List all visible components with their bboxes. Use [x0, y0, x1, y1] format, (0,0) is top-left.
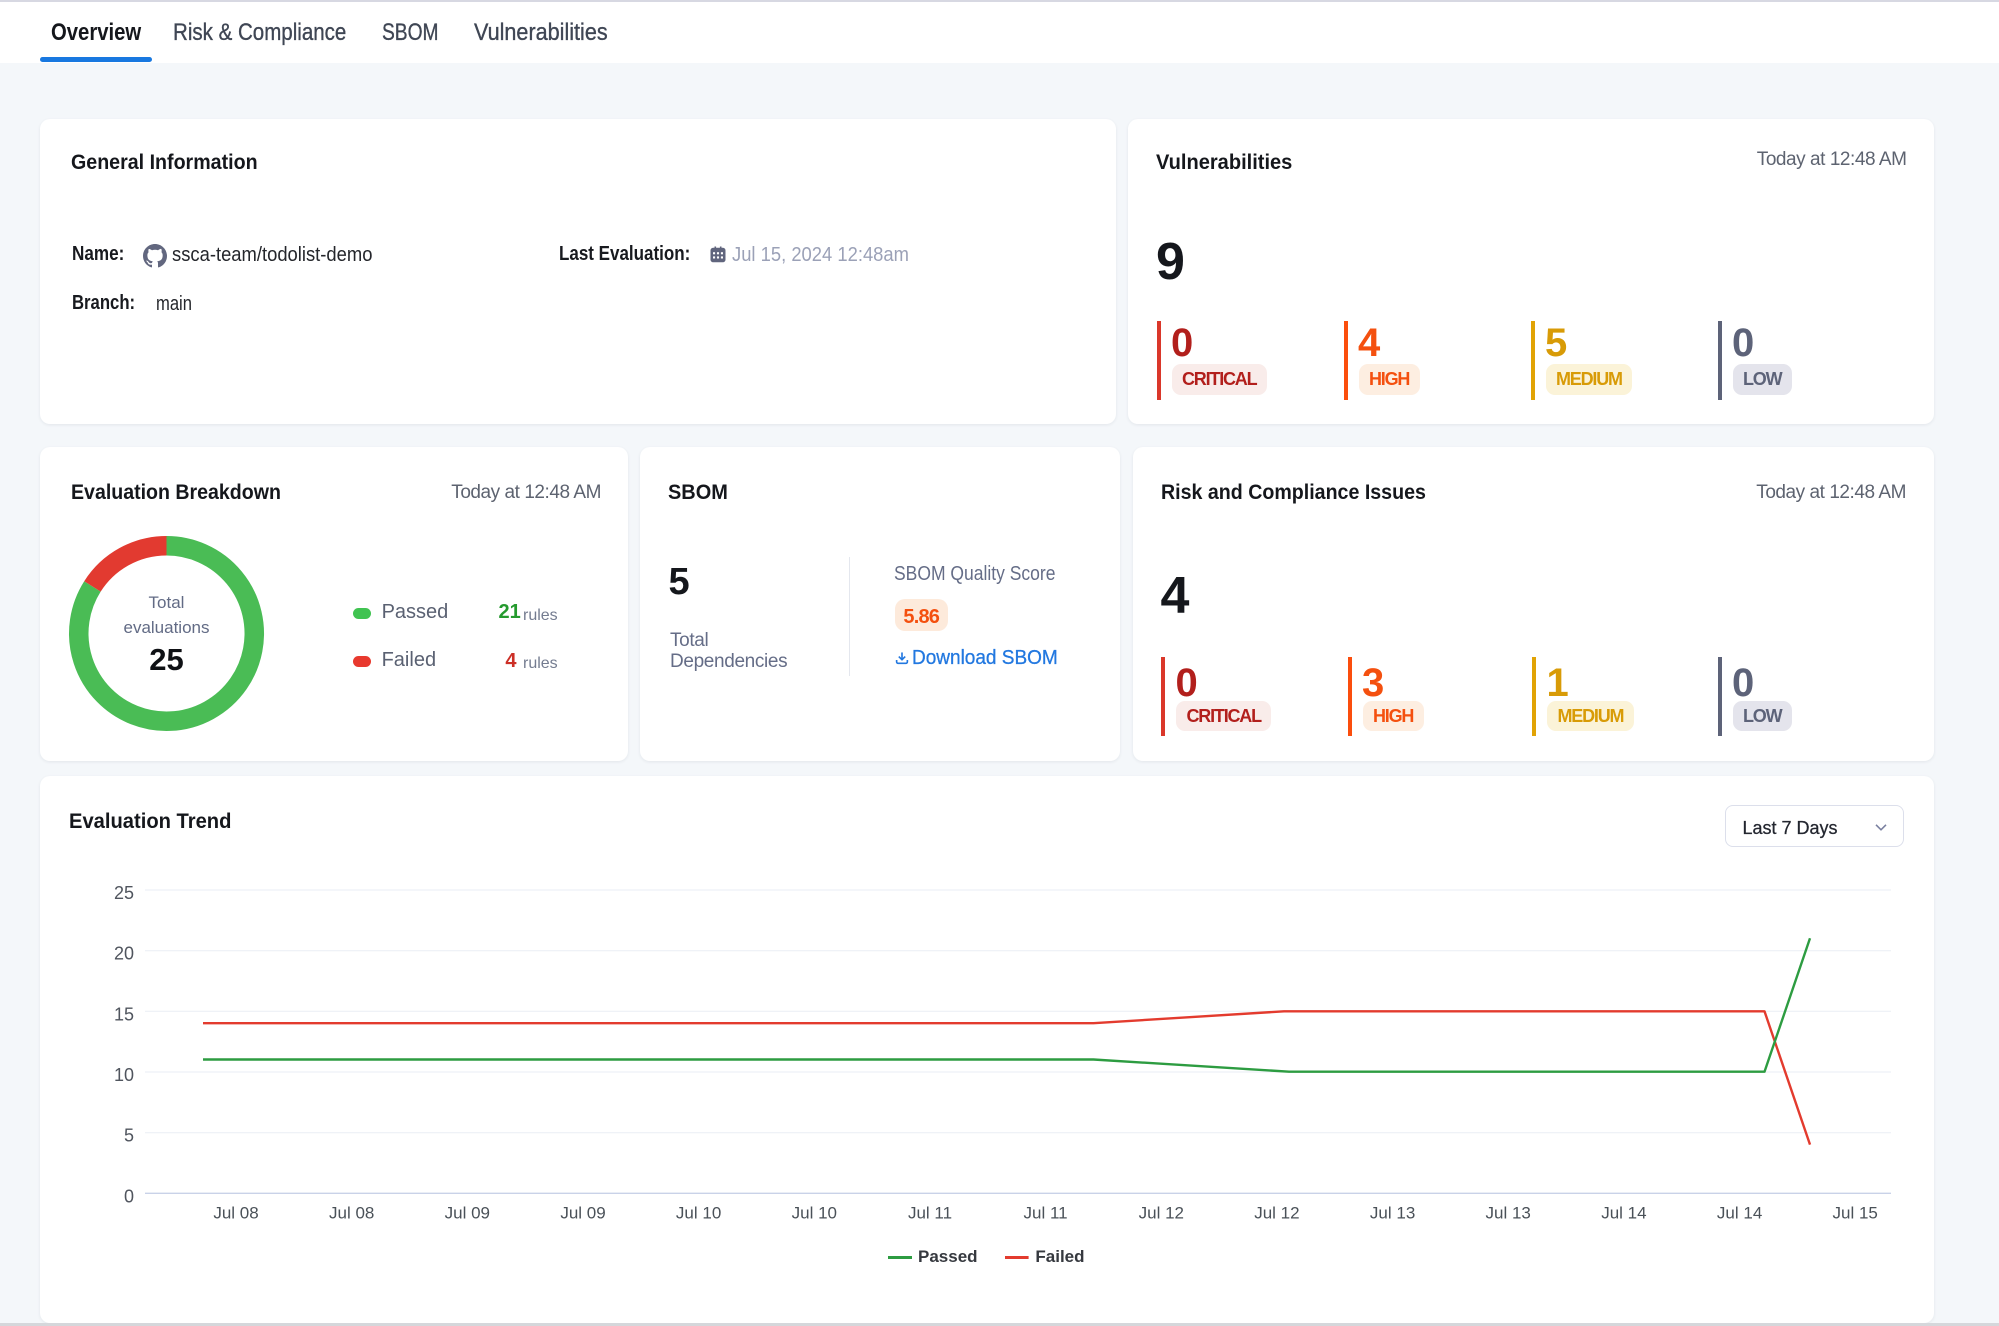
- svg-text:Jul 14: Jul 14: [1717, 1204, 1762, 1223]
- svg-text:Failed: Failed: [1035, 1247, 1084, 1266]
- svg-text:Jul 10: Jul 10: [792, 1204, 837, 1223]
- svg-text:5: 5: [124, 1126, 134, 1146]
- svg-text:Jul 11: Jul 11: [1024, 1204, 1068, 1223]
- svg-text:Jul 09: Jul 09: [445, 1204, 490, 1223]
- svg-text:Jul 13: Jul 13: [1486, 1204, 1531, 1223]
- svg-text:Jul 09: Jul 09: [560, 1204, 605, 1223]
- svg-text:25: 25: [114, 883, 134, 903]
- svg-text:Jul 13: Jul 13: [1370, 1204, 1415, 1223]
- svg-text:Jul 14: Jul 14: [1601, 1204, 1646, 1223]
- svg-text:10: 10: [114, 1065, 134, 1085]
- svg-text:Jul 11: Jul 11: [908, 1204, 952, 1223]
- svg-text:Passed: Passed: [918, 1247, 978, 1266]
- svg-text:Jul 12: Jul 12: [1254, 1204, 1299, 1223]
- svg-text:Jul 08: Jul 08: [329, 1204, 374, 1223]
- svg-text:Jul 10: Jul 10: [676, 1204, 721, 1223]
- svg-text:0: 0: [124, 1186, 134, 1206]
- svg-text:20: 20: [114, 944, 134, 964]
- svg-text:Jul 12: Jul 12: [1139, 1204, 1184, 1223]
- svg-text:15: 15: [114, 1004, 134, 1024]
- svg-text:Jul 08: Jul 08: [213, 1204, 258, 1223]
- svg-text:Jul 15: Jul 15: [1833, 1204, 1878, 1223]
